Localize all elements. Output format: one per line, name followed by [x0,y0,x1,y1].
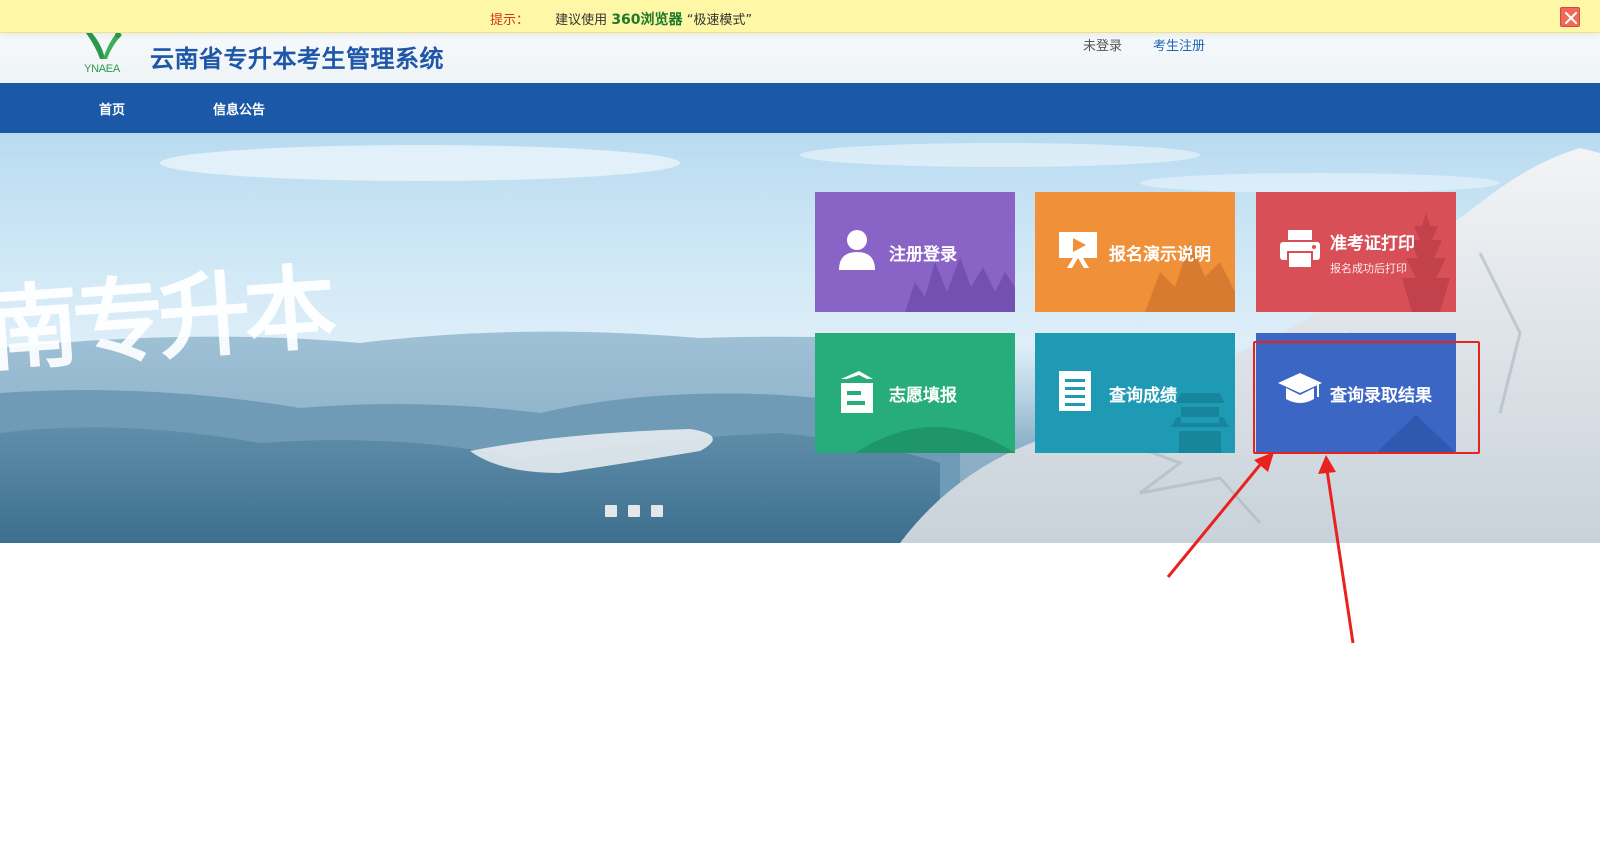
site-title: 云南省专升本考生管理系统 [150,45,444,73]
site-logo[interactable]: YNAEA [78,29,126,79]
nav-item-home[interactable]: 首页 [99,99,125,118]
close-tip-button[interactable] [1560,7,1580,27]
tile-subtitle: 报名成功后打印 [1330,262,1407,275]
login-status[interactable]: 未登录 [1083,35,1122,54]
ynaea-logo-icon [86,31,122,59]
tip-suffix: “极速模式” [686,13,753,28]
nav-item-announcements[interactable]: 信息公告 [213,99,265,118]
logo-text: YNAEA [84,63,120,75]
temple-roof-icon [1376,415,1456,453]
tile-registration-demo[interactable]: 报名演示说明 [1035,192,1235,312]
carousel-dot-2[interactable] [628,505,640,517]
tile-admission-ticket-print[interactable]: 准考证打印 报名成功后打印 [1256,192,1456,312]
tile-title: 查询成绩 [1109,386,1177,406]
tile-admission-result-query[interactable]: 查询录取结果 [1256,333,1456,453]
document-list-icon [1059,371,1091,411]
carousel-dot-3[interactable] [651,505,663,517]
tile-title: 注册登录 [889,245,957,265]
register-link[interactable]: 考生注册 [1153,35,1205,54]
tile-score-query[interactable]: 查询成绩 [1035,333,1235,453]
site-header: YNAEA 云南省专升本考生管理系统 未登录 考生注册 [0,31,1600,83]
tile-title: 准考证打印 [1330,234,1415,254]
close-icon [1565,12,1577,24]
user-icon [839,230,875,270]
tile-title: 志愿填报 [889,386,957,406]
tip-label: 提示： [490,13,530,28]
tile-register-login[interactable]: 注册登录 [815,192,1015,312]
form-fill-icon [841,371,873,413]
tile-volunteer-application[interactable]: 志愿填报 [815,333,1015,453]
browser-tip: 提示： 建议使用 360浏览器 “极速模式” [490,9,752,29]
main-nav: 首页 信息公告 [0,83,1600,133]
tile-title: 查询录取结果 [1330,386,1432,406]
bridge-silhouette-icon [855,427,1015,453]
tile-title: 报名演示说明 [1109,245,1211,265]
printer-icon [1280,230,1320,269]
graduation-cap-icon [1278,373,1322,403]
tip-prefix: 建议使用 [555,13,608,28]
play-video-icon [1059,232,1097,268]
banner-calligraphy: 南专升本 [0,253,334,385]
tip-browser-name: 360浏览器 [611,12,683,28]
browser-tip-bar: 提示： 建议使用 360浏览器 “极速模式” [0,0,1600,33]
carousel-dot-1[interactable] [605,505,617,517]
